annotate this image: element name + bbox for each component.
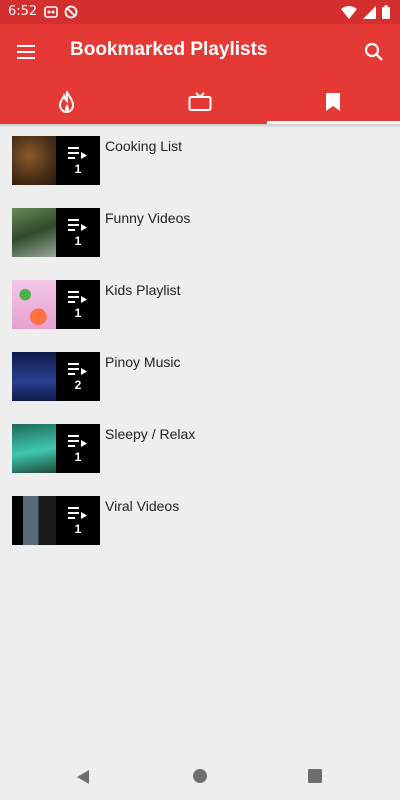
list-item[interactable]: 2 Pinoy Music (0, 344, 400, 416)
battery-icon (382, 5, 390, 19)
thumbnail-overlay: 1 (56, 496, 100, 545)
playlist-thumbnail: 1 (12, 136, 100, 185)
tab-trending[interactable] (0, 80, 133, 124)
playlist-title: Funny Videos (105, 210, 191, 226)
thumbnail-overlay: 2 (56, 352, 100, 401)
recents-square-icon[interactable] (308, 769, 322, 783)
list-item[interactable]: 1 Viral Videos (0, 488, 400, 560)
tv-icon (188, 92, 212, 111)
fire-icon (58, 91, 74, 113)
list-item[interactable]: 1 Cooking List (0, 128, 400, 200)
list-item[interactable]: 1 Sleepy / Relax (0, 416, 400, 488)
bookmark-icon (326, 93, 341, 111)
status-icons-left (44, 5, 78, 19)
thumbnail-image (12, 352, 56, 401)
playlist-thumbnail: 1 (12, 424, 100, 473)
thumbnail-overlay: 1 (56, 208, 100, 257)
hamburger-menu-icon (17, 45, 35, 59)
list-item[interactable]: 1 Kids Playlist (0, 272, 400, 344)
thumbnail-overlay: 1 (56, 280, 100, 329)
search-button[interactable] (360, 38, 388, 66)
playlist-title: Viral Videos (105, 498, 180, 514)
thumbnail-image (12, 208, 56, 257)
playlist-title: Cooking List (105, 138, 183, 154)
playlist-thumbnail: 1 (12, 280, 100, 329)
thumbnail-image (12, 136, 56, 185)
playlist-play-icon (68, 146, 87, 159)
thumbnail-image (12, 280, 56, 329)
playlist-title: Sleepy / Relax (105, 426, 196, 442)
playlist-play-icon (68, 434, 87, 447)
playlist-list: 1 Cooking List 1 Funny Videos 1 Kids Pla… (0, 128, 400, 560)
video-count: 2 (74, 377, 82, 392)
status-time: 6:52 (8, 4, 38, 19)
status-bar: 6:52 (0, 0, 400, 24)
video-count: 1 (74, 305, 82, 320)
thumbnail-overlay: 1 (56, 136, 100, 185)
system-nav-bar (0, 752, 400, 800)
sync-off-icon (64, 5, 78, 19)
playlist-thumbnail: 1 (12, 208, 100, 257)
menu-button[interactable] (14, 40, 40, 64)
back-triangle-icon[interactable] (76, 769, 90, 785)
page-title: Bookmarked Playlists (70, 39, 268, 60)
wifi-icon (341, 5, 357, 19)
playlist-play-icon (68, 506, 87, 519)
home-circle-icon[interactable] (193, 769, 207, 783)
playlist-title: Kids Playlist (105, 282, 181, 298)
video-count: 1 (74, 449, 82, 464)
status-icons-right (341, 5, 390, 19)
video-count: 1 (74, 161, 82, 176)
notification-icon (44, 6, 58, 18)
playlist-play-icon (68, 218, 87, 231)
tab-subscriptions[interactable] (133, 80, 266, 124)
app-bar: Bookmarked Playlists (0, 24, 400, 80)
video-count: 1 (74, 233, 82, 248)
playlist-thumbnail: 2 (12, 352, 100, 401)
signal-icon (363, 5, 376, 19)
playlist-play-icon (68, 362, 87, 375)
thumbnail-image (12, 496, 56, 545)
playlist-thumbnail: 1 (12, 496, 100, 545)
thumbnail-image (12, 424, 56, 473)
video-count: 1 (74, 521, 82, 536)
playlist-play-icon (68, 290, 87, 303)
tab-bar (0, 80, 400, 124)
search-icon (364, 42, 383, 61)
thumbnail-overlay: 1 (56, 424, 100, 473)
playlist-title: Pinoy Music (105, 354, 181, 370)
list-item[interactable]: 1 Funny Videos (0, 200, 400, 272)
tab-bookmarks[interactable] (266, 80, 400, 124)
